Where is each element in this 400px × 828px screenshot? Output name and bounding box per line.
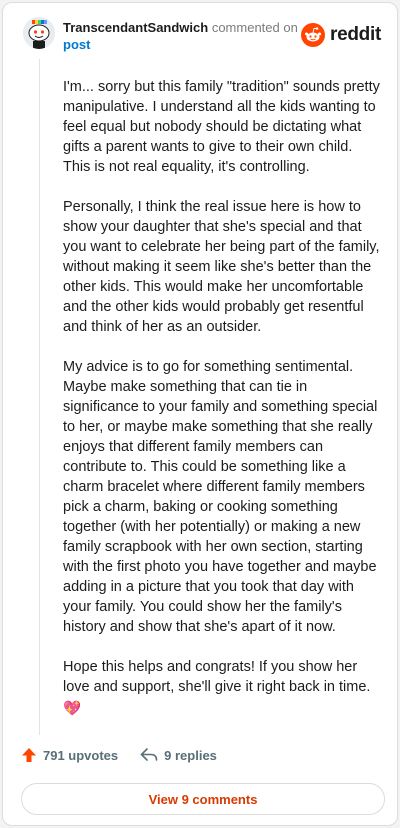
- snoo-avatar-icon: [23, 17, 55, 49]
- comment-paragraph: Personally, I think the real issue here …: [63, 199, 380, 335]
- reddit-snoo-icon: [301, 23, 326, 47]
- upvote-button[interactable]: 791 upvotes: [21, 747, 118, 763]
- post-link[interactable]: post: [63, 36, 303, 53]
- replies-count: 9 replies: [164, 747, 217, 763]
- reply-arrow-icon: [140, 748, 158, 761]
- username[interactable]: TranscendantSandwich: [63, 20, 208, 35]
- arrow-up-icon: [22, 748, 36, 762]
- comment-paragraph: I'm... sorry but this family "tradition"…: [63, 79, 380, 175]
- user-avatar[interactable]: [23, 17, 55, 49]
- thread-line[interactable]: [39, 59, 40, 735]
- comment-body: I'm... sorry but this family "tradition"…: [63, 77, 381, 719]
- comment-paragraph: Hope this helps and congrats! If you sho…: [63, 657, 381, 719]
- upvote-count: 791 upvotes: [43, 747, 119, 763]
- reddit-logo[interactable]: reddit: [301, 23, 381, 47]
- comment-footer: 791 upvotes 9 replies: [21, 747, 217, 763]
- comment-card: TranscendantSandwich commented on post r…: [2, 2, 398, 826]
- comment-header: TranscendantSandwich commented on post: [63, 19, 303, 53]
- reddit-wordmark: reddit: [330, 24, 381, 45]
- comment-paragraph-text: Hope this helps and congrats! If you sho…: [63, 659, 371, 695]
- view-comments-button[interactable]: View 9 comments: [21, 783, 385, 815]
- replies-button[interactable]: 9 replies: [140, 747, 217, 763]
- sparkling-heart-emoji: 💖: [63, 701, 82, 717]
- comment-action-text: commented on: [211, 20, 298, 35]
- comment-paragraph: My advice is to go for something sentime…: [63, 359, 378, 635]
